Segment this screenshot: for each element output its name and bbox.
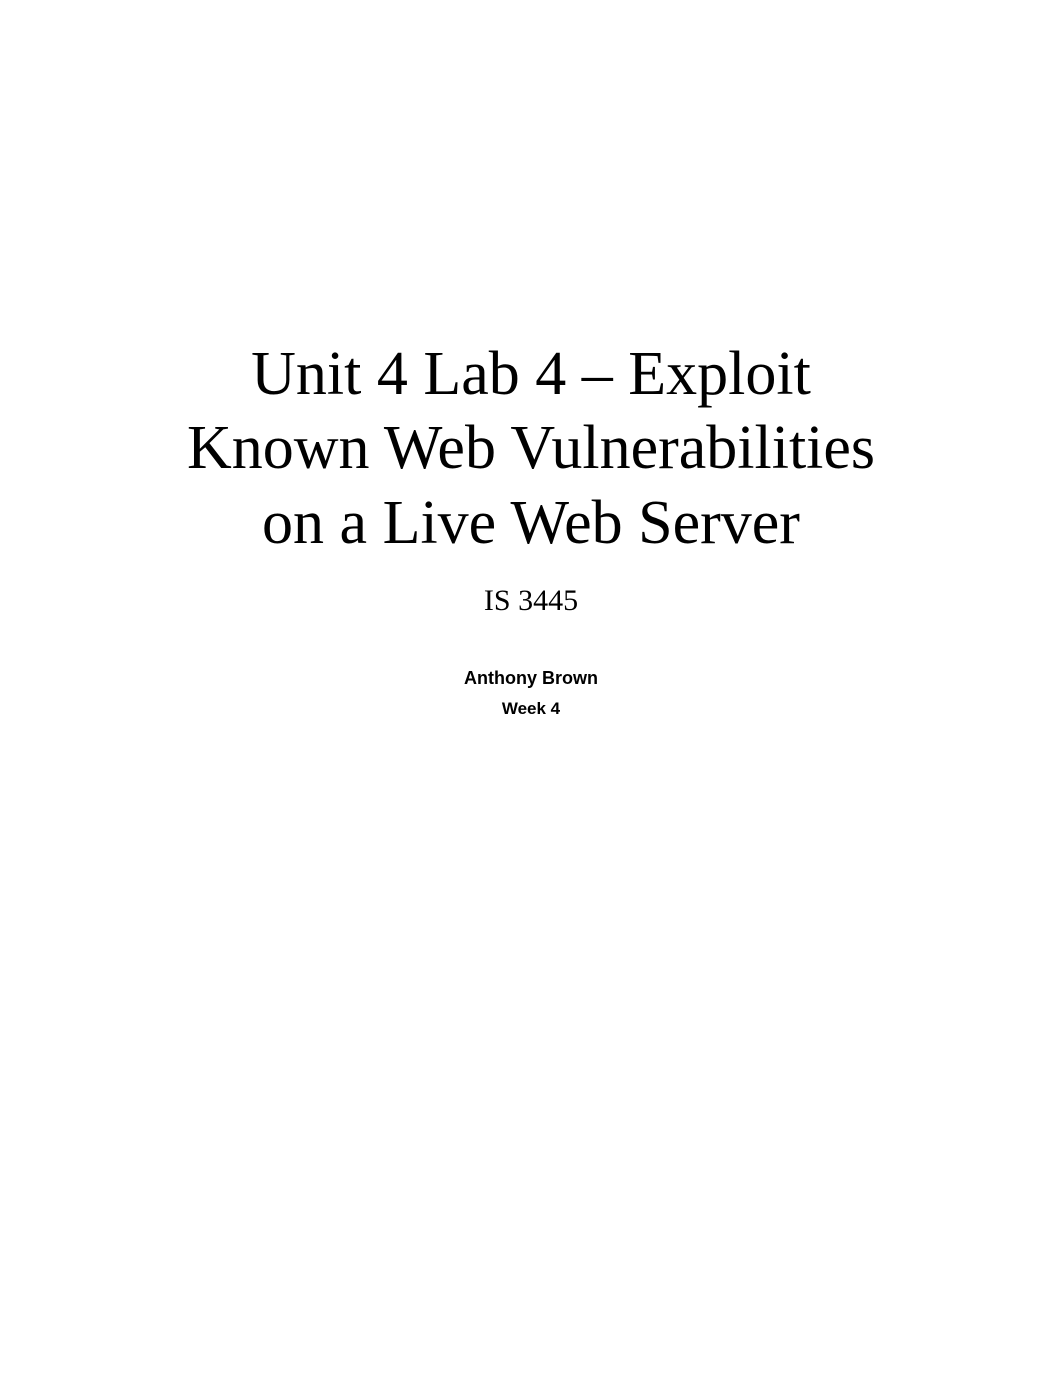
- title-line-2: Known Web Vulnerabilities: [187, 414, 875, 482]
- title-line-1: Unit 4 Lab 4 – Exploit: [251, 340, 811, 408]
- author-name: Anthony Brown: [0, 668, 1062, 689]
- title-line-3: on a Live Web Server: [262, 489, 800, 557]
- document-title: Unit 4 Lab 4 – Exploit Known Web Vulnera…: [0, 337, 1062, 560]
- document-content: Unit 4 Lab 4 – Exploit Known Web Vulnera…: [0, 337, 1062, 719]
- week-label: Week 4: [0, 699, 1062, 719]
- course-code: IS 3445: [0, 584, 1062, 618]
